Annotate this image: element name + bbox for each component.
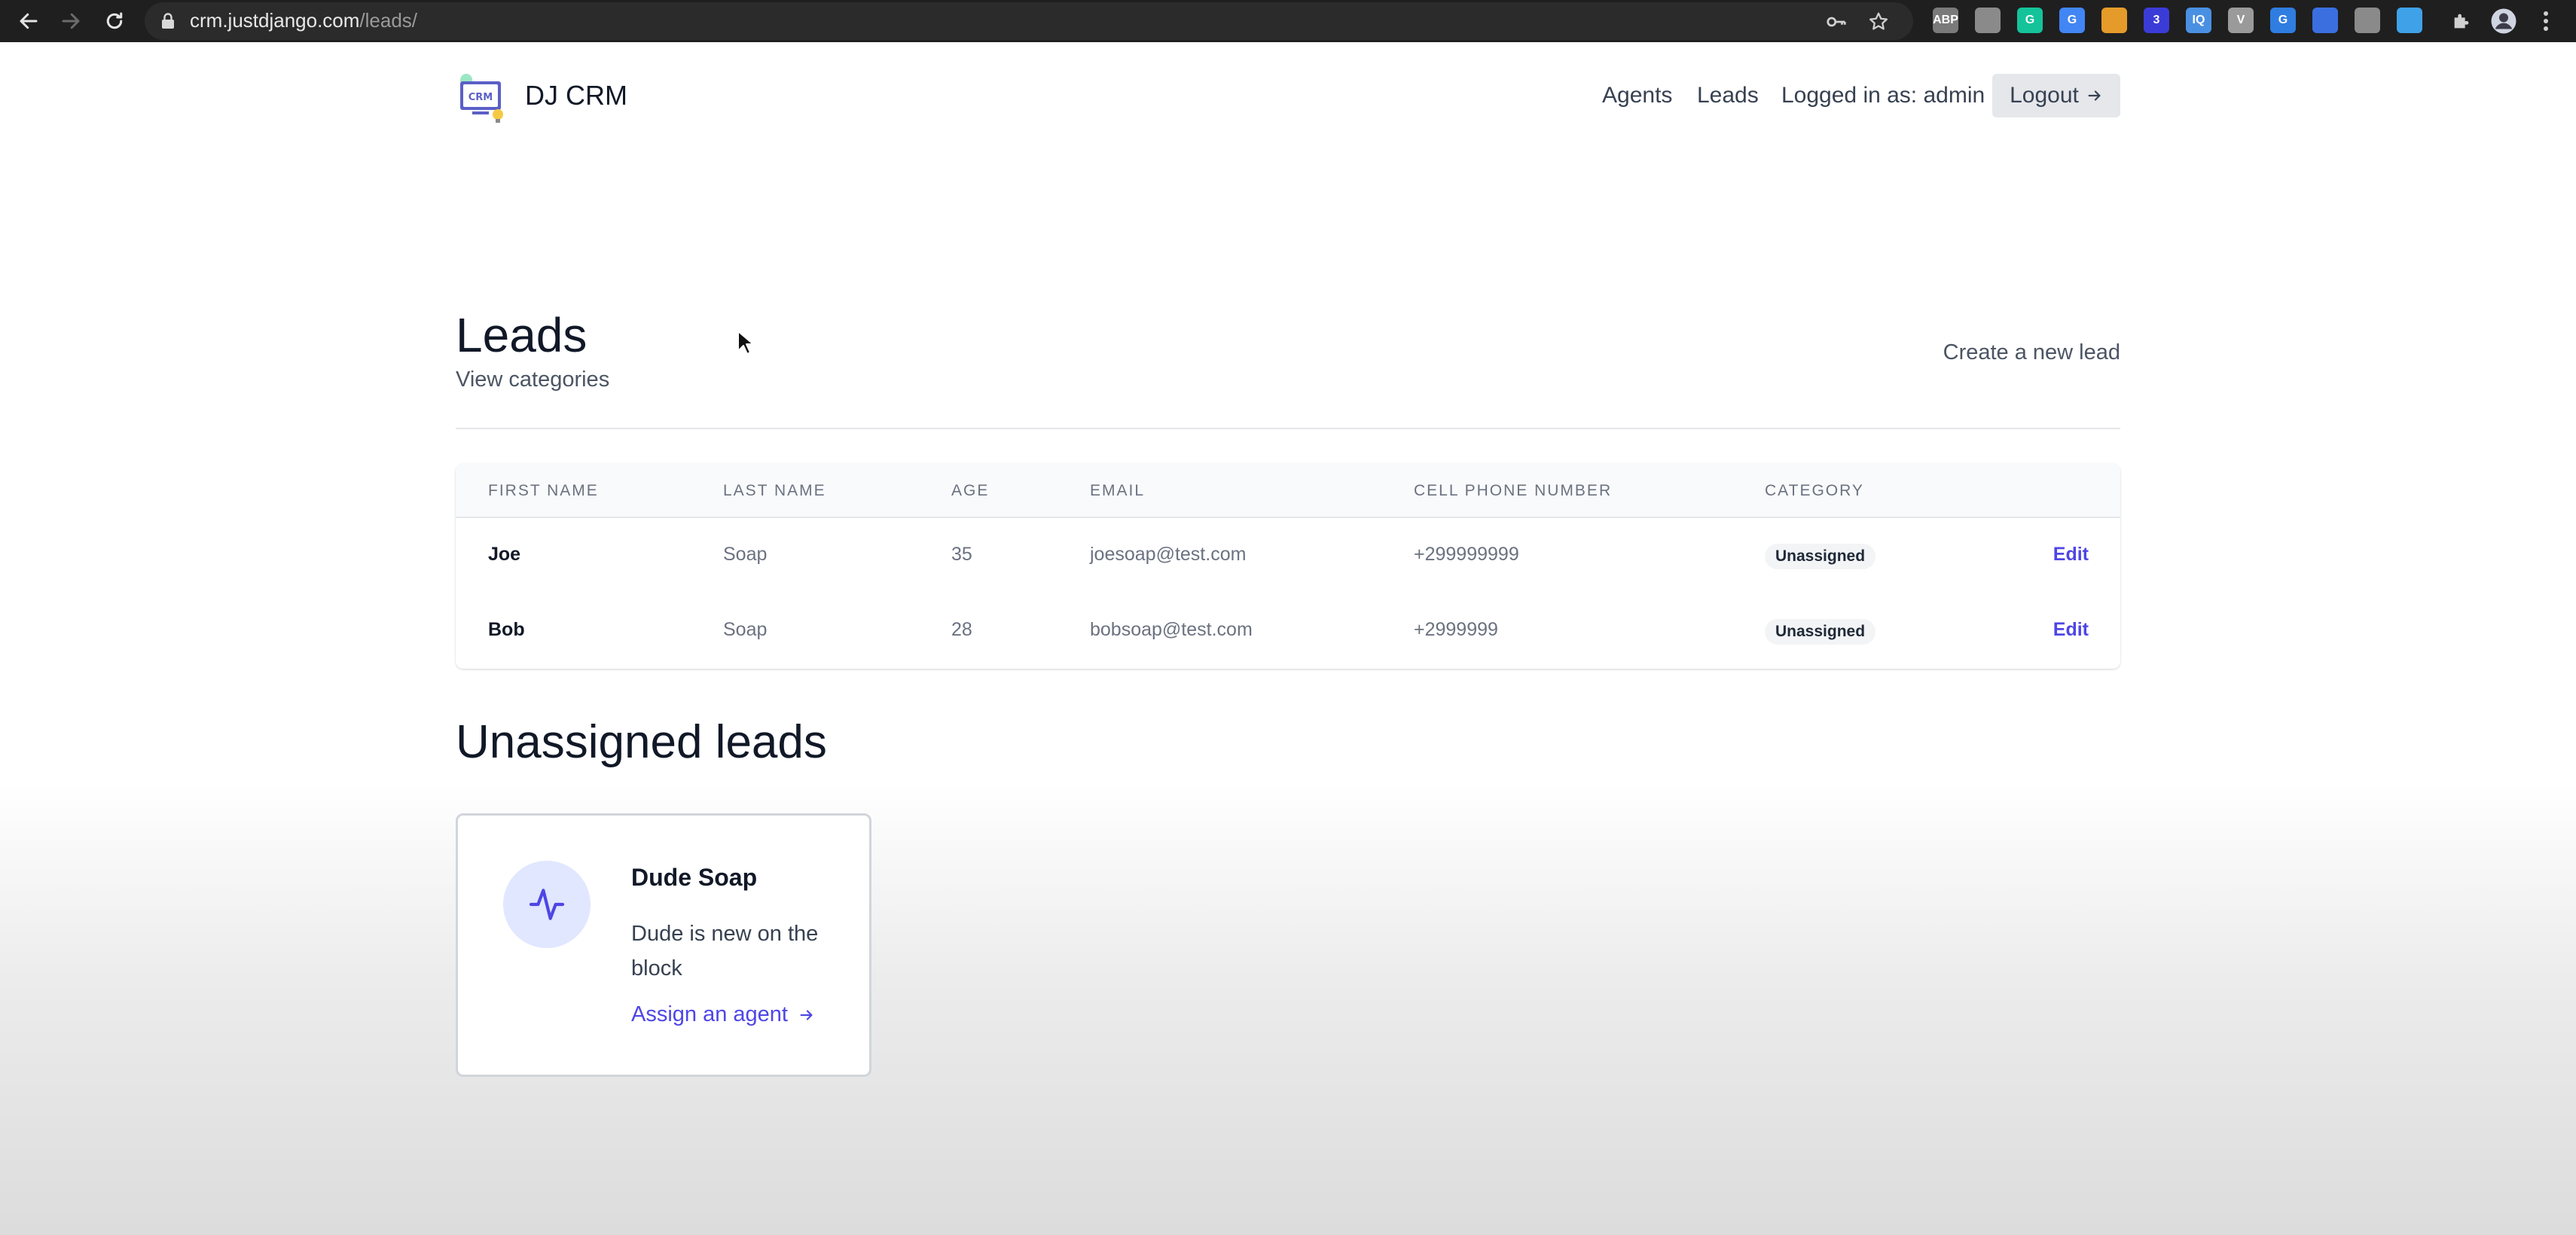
lock-icon (162, 13, 174, 29)
logout-button[interactable]: Logout (1992, 74, 2120, 117)
url-text: crm.justdjango.com/leads/ (190, 9, 417, 32)
column-header-category: CATEGORY (1765, 482, 1864, 499)
orange-extension-icon[interactable] (2101, 8, 2127, 33)
cell-age: 28 (951, 619, 972, 640)
column-header-phone: CELL PHONE NUMBER (1414, 482, 1613, 499)
cell-email: joesoap@test.com (1090, 544, 1247, 565)
cell-email: bobsoap@test.com (1090, 619, 1253, 640)
leads-table: FIRST NAME LAST NAME AGE EMAIL CELL PHON… (456, 464, 2120, 669)
cell-last-name: Soap (723, 619, 768, 640)
forward-arrow-icon[interactable] (56, 6, 86, 36)
extension-square-icon[interactable] (1975, 8, 2001, 33)
unassigned-lead-card: Dude Soap Dude is new on the block Assig… (456, 813, 871, 1077)
g-circle-extension-icon[interactable]: G (2270, 8, 2296, 33)
logout-label: Logout (2010, 83, 2079, 108)
reload-icon[interactable] (99, 6, 130, 36)
back-arrow-icon[interactable] (14, 6, 44, 36)
column-header-last-name: LAST NAME (723, 482, 826, 499)
google-extension-icon[interactable]: G (2059, 8, 2085, 33)
edit-link[interactable]: Edit (2053, 544, 2089, 566)
create-lead-link[interactable]: Create a new lead (1943, 340, 2120, 365)
grammarly-icon[interactable]: G (2017, 8, 2043, 33)
lead-description: Dude is new on the block (631, 922, 819, 980)
nav-link-agents[interactable]: Agents (1602, 83, 1672, 108)
url-host: crm.justdjango.com (190, 9, 360, 32)
header-divider (456, 428, 2120, 429)
abp-extension-icon[interactable]: ABP (1933, 8, 1958, 33)
kebab-menu-icon[interactable] (2531, 6, 2561, 36)
table-row: Joe Soap 35 joesoap@test.com +299999999 … (456, 518, 2120, 593)
cell-phone: +299999999 (1414, 544, 1519, 565)
address-bar[interactable]: crm.justdjango.com/leads/ (145, 2, 1913, 40)
category-badge: Unassigned (1765, 619, 1876, 645)
notes-extension-icon[interactable] (2355, 8, 2380, 33)
cell-first-name: Joe (488, 544, 521, 565)
column-header-first-name: FIRST NAME (488, 482, 599, 499)
brand-title[interactable]: DJ CRM (525, 80, 627, 111)
column-header-email: EMAIL (1090, 482, 1146, 499)
mouse-cursor-icon (737, 331, 753, 355)
site-navbar: CRM DJ CRM Agents Leads Logged in as: ad… (456, 66, 2120, 127)
activity-icon (503, 861, 591, 948)
cell-age: 35 (951, 544, 972, 565)
cell-phone: +2999999 (1414, 619, 1498, 640)
crm-logo-icon[interactable]: CRM (456, 71, 510, 125)
profile-avatar-icon[interactable] (2489, 6, 2519, 36)
unassigned-leads-title: Unassigned leads (456, 716, 827, 768)
puzzle-icon[interactable] (2446, 6, 2477, 36)
filter-extension-icon[interactable] (2397, 8, 2422, 33)
blue-extension-icon[interactable]: 3 (2144, 8, 2169, 33)
url-path: /leads/ (359, 9, 418, 32)
window-extension-icon[interactable] (2312, 8, 2338, 33)
v-extension-icon[interactable]: V (2228, 8, 2254, 33)
browser-toolbar: crm.justdjango.com/leads/ ABP G G 3 IQ V G (0, 0, 2576, 42)
svg-text:CRM: CRM (469, 92, 493, 103)
key-icon[interactable] (1824, 10, 1848, 34)
lead-name: Dude Soap (631, 864, 758, 891)
table-header: FIRST NAME LAST NAME AGE EMAIL CELL PHON… (456, 464, 2120, 518)
star-icon[interactable] (1866, 10, 1891, 34)
category-badge: Unassigned (1765, 544, 1876, 569)
assign-agent-link[interactable]: Assign an agent (631, 1002, 815, 1027)
table-row: Bob Soap 28 bobsoap@test.com +2999999 Un… (456, 593, 2120, 669)
cell-first-name: Bob (488, 619, 525, 640)
nav-link-leads[interactable]: Leads (1697, 83, 1759, 108)
arrow-right-icon (2088, 90, 2101, 101)
cell-last-name: Soap (723, 544, 768, 565)
edit-link[interactable]: Edit (2053, 619, 2089, 641)
assign-agent-label: Assign an agent (631, 1002, 788, 1026)
view-categories-link[interactable]: View categories (456, 367, 609, 392)
page-title: Leads (456, 308, 588, 362)
logged-in-label: Logged in as: admin (1781, 83, 1985, 108)
iq-extension-icon[interactable]: IQ (2186, 8, 2211, 33)
arrow-right-icon (800, 1009, 813, 1020)
column-header-age: AGE (951, 482, 990, 499)
